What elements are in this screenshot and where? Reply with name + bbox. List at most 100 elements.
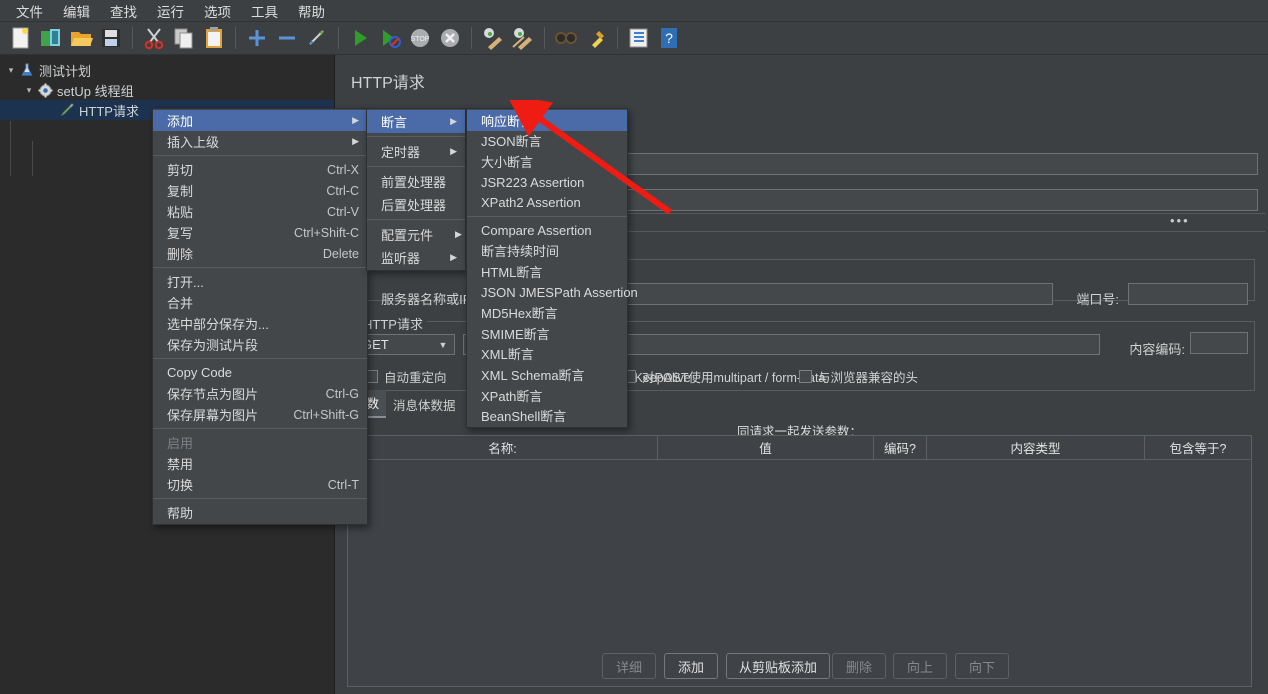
chevron-down-icon[interactable]: ▾ — [4, 65, 18, 76]
menu-item-assertion-submenu-8[interactable]: JSON JMESPath Assertion — [467, 282, 638, 303]
menu-item-add-submenu-4[interactable]: 配置元件 ▶ — [367, 223, 465, 246]
menu-item-assertion-submenu-2[interactable]: 大小断言 — [467, 151, 627, 172]
move-down-button[interactable]: 向下 — [955, 653, 1009, 679]
clear-icon[interactable] — [480, 25, 506, 51]
menubar-item-1[interactable]: 编辑 — [53, 0, 100, 23]
menu-item-context-menu-6[interactable]: 删除 Delete — [153, 243, 367, 264]
menu-item-context-menu-15[interactable]: 禁用 — [153, 453, 367, 474]
reset-search-icon[interactable] — [583, 25, 609, 51]
menu-item-context-menu-13[interactable]: 保存屏幕为图片 Ctrl+Shift-G — [153, 404, 367, 425]
clear-all-icon[interactable] — [510, 25, 536, 51]
add-from-clipboard-button[interactable]: 从剪贴板添加 — [726, 653, 830, 679]
cut-icon[interactable] — [141, 25, 167, 51]
context-menu[interactable]: 添加 ▶ 插入上级 ▶ 剪切 Ctrl-X 复制 Ctrl-C 粘贴 Ctrl-V 复写 Ctrl+S… — [152, 108, 368, 525]
auto-redirect-checkbox[interactable]: 自动重定向 — [365, 367, 447, 386]
tree-node-label: HTTP请求 — [79, 103, 139, 119]
add-button[interactable]: 添加 — [664, 653, 718, 679]
chevron-down-icon[interactable]: ▼ — [434, 340, 452, 350]
menu-item-add-submenu-0[interactable]: 断言 ▶ — [367, 110, 465, 133]
menu-item-label: SMIME断言 — [481, 326, 550, 342]
start-no-timers-icon[interactable] — [377, 25, 403, 51]
menubar-item-0[interactable]: 文件 — [6, 0, 53, 23]
menu-item-context-menu-8[interactable]: 合并 — [153, 292, 367, 313]
tree-node-setup-thread-group[interactable]: ▾ setUp 线程组 — [0, 80, 334, 100]
menubar-item-2[interactable]: 查找 — [100, 0, 147, 23]
menu-item-context-menu-2[interactable]: 剪切 Ctrl-X — [153, 159, 367, 180]
menu-item-assertion-submenu-5[interactable]: Compare Assertion — [467, 220, 627, 241]
menu-item-context-menu-3[interactable]: 复制 Ctrl-C — [153, 180, 367, 201]
menu-separator — [153, 267, 367, 268]
stop-icon[interactable]: STOP — [407, 25, 433, 51]
menu-item-context-menu-12[interactable]: 保存节点为图片 Ctrl-G — [153, 383, 367, 404]
start-icon[interactable] — [347, 25, 373, 51]
menu-item-context-menu-7[interactable]: 打开... — [153, 271, 367, 292]
port-input[interactable] — [1128, 283, 1248, 305]
menubar-item-3[interactable]: 运行 — [147, 0, 194, 23]
method-select[interactable]: GET ▼ — [355, 334, 455, 355]
menu-item-assertion-submenu-1[interactable]: JSON断言 — [467, 131, 627, 152]
menu-item-context-menu-11[interactable]: Copy Code — [153, 362, 367, 383]
save-icon[interactable] — [98, 25, 124, 51]
toolbar-separator — [338, 27, 339, 49]
chevron-down-icon[interactable]: ▾ — [22, 85, 36, 96]
menu-item-label: JSR223 Assertion — [481, 174, 585, 190]
menubar-item-5[interactable]: 工具 — [241, 0, 288, 23]
table-header-encode: 编码? — [874, 436, 927, 460]
menu-item-context-menu-17[interactable]: 帮助 — [153, 502, 367, 523]
function-helper-icon[interactable] — [626, 25, 652, 51]
menubar-item-4[interactable]: 选项 — [194, 0, 241, 23]
menu-item-add-submenu-1[interactable]: 定时器 ▶ — [367, 140, 465, 163]
templates-icon[interactable] — [38, 25, 64, 51]
menu-item-label: Copy Code — [167, 365, 233, 380]
add-submenu[interactable]: 断言 ▶ 定时器 ▶ 前置处理器▶后置处理器▶ 配置元件 ▶ 监听器 ▶ — [366, 108, 475, 271]
move-up-button[interactable]: 向上 — [893, 653, 947, 679]
menu-item-label: 添加 — [167, 114, 194, 129]
menu-item-assertion-submenu-10[interactable]: SMIME断言 — [467, 323, 627, 344]
checkbox-box[interactable] — [799, 370, 812, 383]
menu-item-assertion-submenu-4[interactable]: XPath2 Assertion — [467, 192, 627, 213]
browser-compatible-headers-checkbox[interactable]: 与浏览器兼容的头 — [799, 367, 918, 386]
search-icon[interactable] — [553, 25, 579, 51]
assertion-submenu[interactable]: 响应断言 JSON断言 大小断言 JSR223 Assertion XPath2 Ass… — [466, 108, 638, 428]
menu-item-assertion-submenu-3[interactable]: JSR223 Assertion — [467, 172, 627, 193]
menu-item-assertion-submenu-14[interactable]: BeanShell断言 — [467, 405, 627, 426]
detail-button[interactable]: 详细 — [602, 653, 656, 679]
menu-item-assertion-submenu-12[interactable]: XML Schema断言 — [467, 364, 627, 385]
tab-body-data[interactable]: 消息体数据 — [386, 392, 463, 418]
menu-item-label: JSON断言 — [481, 134, 542, 150]
menu-item-context-menu-16[interactable]: 切换 Ctrl-T — [153, 474, 367, 495]
expand-all-icon[interactable] — [244, 25, 270, 51]
menu-item-assertion-submenu-0[interactable]: 响应断言 — [467, 110, 627, 131]
menu-separator — [367, 166, 465, 167]
menu-item-context-menu-10[interactable]: 保存为测试片段 — [153, 334, 367, 355]
parameters-table[interactable]: 名称: 值 编码? 内容类型 包含等于? — [347, 435, 1252, 687]
menu-item-add-submenu-3[interactable]: 后置处理器▶ — [367, 193, 475, 216]
content-encoding-input[interactable] — [1190, 332, 1248, 354]
menu-item-assertion-submenu-11[interactable]: XML断言 — [467, 344, 627, 365]
menu-item-assertion-submenu-6[interactable]: 断言持续时间 — [467, 241, 627, 262]
paste-icon[interactable] — [201, 25, 227, 51]
menu-item-assertion-submenu-9[interactable]: MD5Hex断言 — [467, 302, 627, 323]
menu-item-add-submenu-2[interactable]: 前置处理器▶ — [367, 170, 475, 193]
menu-item-assertion-submenu-7[interactable]: HTML断言 — [467, 261, 627, 282]
multipart-checkbox[interactable]: 对POST使用multipart / form-data — [623, 367, 825, 386]
help-icon[interactable]: ? — [656, 25, 682, 51]
menu-item-add-submenu-5[interactable]: 监听器 ▶ — [367, 246, 465, 269]
open-icon[interactable] — [68, 25, 94, 51]
menu-item-context-menu-14[interactable]: 启用 — [153, 432, 367, 453]
menu-item-context-menu-9[interactable]: 选中部分保存为... — [153, 313, 367, 334]
menubar-item-6[interactable]: 帮助 — [288, 0, 335, 23]
menu-item-context-menu-5[interactable]: 复写 Ctrl+Shift-C — [153, 222, 367, 243]
toggle-icon[interactable] — [304, 25, 330, 51]
collapse-all-icon[interactable] — [274, 25, 300, 51]
tree-node-test-plan[interactable]: ▾ 测试计划 — [0, 60, 334, 80]
menu-item-context-menu-1[interactable]: 插入上级 ▶ — [153, 131, 367, 152]
delete-button[interactable]: 删除 — [832, 653, 886, 679]
copy-icon[interactable] — [171, 25, 197, 51]
shutdown-icon[interactable] — [437, 25, 463, 51]
menu-item-context-menu-0[interactable]: 添加 ▶ — [153, 110, 367, 131]
drag-handle-dots[interactable]: ••• — [1170, 213, 1190, 228]
menu-item-context-menu-4[interactable]: 粘贴 Ctrl-V — [153, 201, 367, 222]
menu-item-assertion-submenu-13[interactable]: XPath断言 — [467, 385, 627, 406]
new-icon[interactable] — [8, 25, 34, 51]
